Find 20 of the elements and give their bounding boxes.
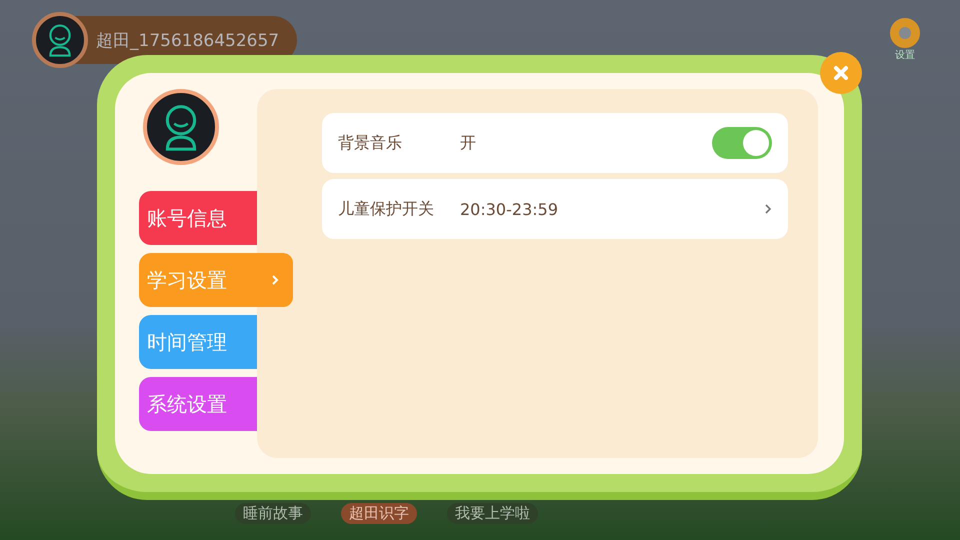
close-button[interactable] [820, 52, 862, 94]
category-tab[interactable]: 时间管理 [139, 315, 257, 369]
setting-label: 背景音乐 [338, 132, 403, 154]
setting-label: 儿童保护开关 [338, 198, 435, 220]
setting-value: 开 [460, 132, 477, 154]
chevron-icon [257, 253, 293, 307]
category-tab[interactable]: 账号信息 [139, 191, 257, 245]
setting-row[interactable]: 儿童保护开关 20:30-23:59 [322, 179, 788, 239]
toggle-switch[interactable] [712, 127, 772, 159]
bottom-tab[interactable]: 我要上学啦 [447, 503, 538, 524]
category-tab[interactable]: 学习设置 [139, 253, 257, 307]
bottom-tab[interactable]: 超田识字 [341, 503, 417, 524]
close-icon [831, 63, 851, 83]
setting-value: 20:30-23:59 [460, 200, 559, 218]
category-tab[interactable]: 系统设置 [139, 377, 257, 431]
user-name: 超田_1756186452657 [96, 30, 280, 52]
chevron-icon [764, 203, 772, 215]
settings-button[interactable]: 设置 [890, 18, 920, 62]
bottom-tab[interactable]: 睡前故事 [235, 503, 311, 524]
gear-icon [890, 18, 920, 48]
